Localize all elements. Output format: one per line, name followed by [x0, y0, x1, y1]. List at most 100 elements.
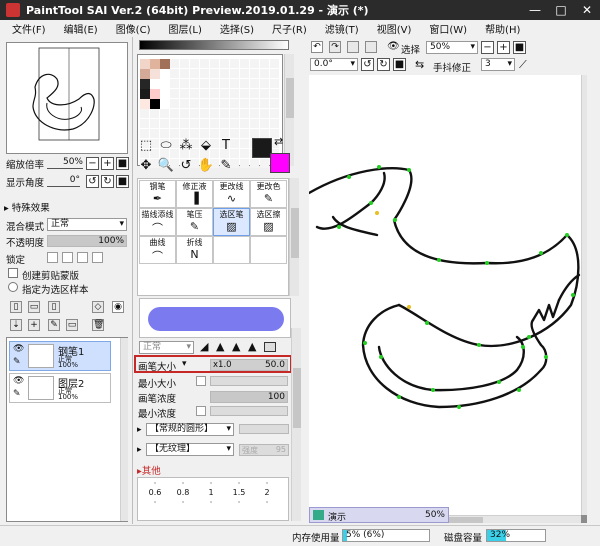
zoom-value[interactable]: 50%: [47, 157, 83, 169]
zoom-icon[interactable]: 🔍: [157, 157, 175, 174]
canvas-zoom-select[interactable]: 50% ▾: [426, 41, 478, 54]
deselect-button[interactable]: [347, 41, 359, 53]
secondary-color-swatch[interactable]: [270, 153, 290, 173]
size-preset[interactable]: · 2 ·: [256, 480, 278, 509]
color-swatch[interactable]: [140, 69, 150, 79]
empty-swatch[interactable]: [250, 119, 259, 128]
rotate-reset-button[interactable]: ■: [116, 175, 129, 188]
empty-swatch[interactable]: [200, 99, 209, 108]
color-swatch[interactable]: [140, 99, 150, 109]
color-swatch[interactable]: [150, 69, 160, 79]
empty-swatch[interactable]: [260, 119, 269, 128]
empty-swatch[interactable]: [170, 69, 179, 78]
lock-all-checkbox[interactable]: [92, 252, 103, 263]
brush-cell[interactable]: 修正液 ▐: [176, 180, 213, 208]
brush-mode-select[interactable]: 正常 ▾: [139, 341, 194, 354]
empty-swatch[interactable]: [200, 109, 209, 118]
eye-icon[interactable]: 👁: [13, 376, 24, 386]
brush-cell[interactable]: 选区笔 ▨: [213, 208, 250, 236]
menu-item-5[interactable]: 尺子(R): [272, 21, 307, 36]
menu-item-7[interactable]: 视图(V): [377, 21, 412, 36]
empty-swatch[interactable]: [240, 59, 249, 68]
navigator-preview[interactable]: [6, 42, 128, 154]
canvas-vertical-scrollbar[interactable]: [581, 75, 587, 515]
empty-swatch[interactable]: [140, 109, 149, 118]
color-swatch[interactable]: [160, 59, 170, 69]
empty-swatch[interactable]: [210, 109, 219, 118]
brush-tip-square-icon[interactable]: [264, 342, 276, 352]
brush-cell[interactable]: 曲线 ⌒: [139, 236, 176, 264]
empty-swatch[interactable]: [190, 89, 199, 98]
empty-swatch[interactable]: [230, 109, 239, 118]
empty-swatch[interactable]: [150, 119, 159, 128]
clip-mask-checkbox[interactable]: [8, 268, 18, 278]
menu-item-6[interactable]: 滤镜(T): [325, 21, 359, 36]
empty-swatch[interactable]: [240, 109, 249, 118]
effects-header[interactable]: ▸ 特殊效果: [4, 200, 130, 214]
empty-swatch[interactable]: [270, 89, 279, 98]
empty-swatch[interactable]: [180, 69, 189, 78]
empty-swatch[interactable]: [180, 109, 189, 118]
empty-swatch[interactable]: [220, 109, 229, 118]
new-linework-layer-button[interactable]: ▯: [48, 301, 60, 313]
empty-swatch[interactable]: [260, 59, 269, 68]
opacity-slider[interactable]: 100%: [47, 235, 127, 247]
min-density-checkbox[interactable]: [196, 406, 206, 416]
empty-swatch[interactable]: [250, 69, 259, 78]
canvas-zoom-in-button[interactable]: +: [497, 41, 510, 54]
zoom-reset-button[interactable]: ■: [116, 157, 129, 170]
new-layer-set-button[interactable]: ▭: [28, 301, 40, 313]
empty-swatch[interactable]: [260, 159, 269, 168]
empty-swatch[interactable]: [180, 59, 189, 68]
size-preset[interactable]: · 1.5 ·: [228, 480, 250, 509]
empty-swatch[interactable]: [220, 59, 229, 68]
color-swatch[interactable]: [150, 59, 160, 69]
angle-value[interactable]: 0°: [47, 175, 80, 187]
brush-tip-hard-icon[interactable]: ◢: [200, 340, 208, 353]
empty-swatch[interactable]: [230, 79, 239, 88]
minimize-button[interactable]: —: [522, 0, 548, 20]
brush-scroll-thumb[interactable]: [291, 208, 299, 258]
empty-swatch[interactable]: [170, 109, 179, 118]
density-slider[interactable]: 100: [210, 391, 288, 403]
texture-strength-slider[interactable]: 强度 95: [239, 444, 289, 456]
menu-item-2[interactable]: 图像(C): [116, 21, 151, 36]
brush-cell[interactable]: 笔压 ✎: [176, 208, 213, 236]
new-layer-button[interactable]: ▯: [10, 301, 22, 313]
trash-icon[interactable]: 🗑: [92, 319, 104, 331]
empty-swatch[interactable]: [240, 119, 249, 128]
empty-swatch[interactable]: [180, 119, 189, 128]
primary-color-swatch[interactable]: [252, 138, 272, 158]
brush-size-dropdown-arrow-icon[interactable]: ▾: [182, 359, 187, 369]
empty-swatch[interactable]: [270, 79, 279, 88]
menu-item-0[interactable]: 文件(F): [12, 21, 46, 36]
invert-select-button[interactable]: [365, 41, 377, 53]
layer-row[interactable]: 👁 ✎ 图层2 正常 100%: [9, 373, 111, 403]
canvas-zoom-reset-button[interactable]: ■: [513, 41, 526, 54]
rotate-ccw-button[interactable]: ↺: [86, 175, 99, 188]
empty-swatch[interactable]: [260, 109, 269, 118]
size-preset[interactable]: · 0.6 ·: [144, 480, 166, 509]
empty-swatch[interactable]: [150, 109, 159, 118]
color-swatch[interactable]: [140, 79, 150, 89]
eye-icon[interactable]: 👁: [13, 344, 24, 354]
brush-tip-soft-icon[interactable]: ▲: [232, 340, 240, 353]
lasso-icon[interactable]: ⬭: [157, 137, 175, 154]
empty-swatch[interactable]: [230, 119, 239, 128]
empty-swatch[interactable]: [250, 129, 259, 138]
swap-colors-icon[interactable]: ⇄: [274, 135, 283, 148]
empty-swatch[interactable]: [240, 159, 249, 168]
empty-swatch[interactable]: [210, 99, 219, 108]
lock-move-checkbox[interactable]: [77, 252, 88, 263]
empty-swatch[interactable]: [220, 89, 229, 98]
empty-swatch[interactable]: [190, 119, 199, 128]
pen-pressure-icon[interactable]: ⟋: [519, 58, 527, 72]
empty-swatch[interactable]: [210, 79, 219, 88]
brush-cell[interactable]: 更改色 ✎: [250, 180, 287, 208]
empty-swatch[interactable]: [230, 59, 239, 68]
color-swatch[interactable]: [140, 59, 150, 69]
brush-cell[interactable]: [213, 236, 250, 264]
size-preset[interactable]: · 0.8 ·: [172, 480, 194, 509]
empty-swatch[interactable]: [200, 89, 209, 98]
merge-down-button[interactable]: +: [28, 319, 40, 331]
